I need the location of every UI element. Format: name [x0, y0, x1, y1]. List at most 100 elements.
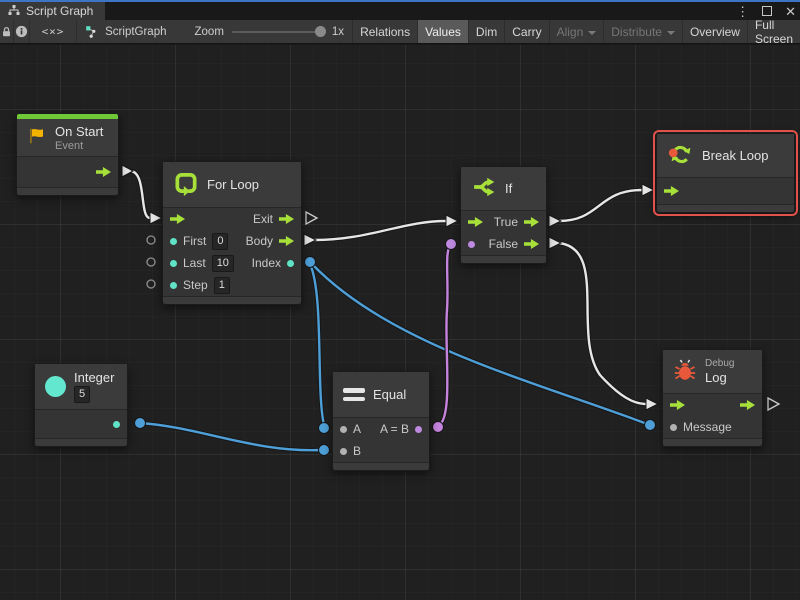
graph-hierarchy-icon	[8, 4, 20, 19]
wire-if-true-to-breakloop[interactable]	[559, 190, 642, 221]
debug-message-in-marker[interactable]	[645, 420, 656, 431]
node-title: Integer	[74, 370, 114, 385]
node-debug-log[interactable]: Debug Log Message	[662, 349, 763, 447]
onstart-flow-out-marker[interactable]	[122, 165, 133, 177]
info-button[interactable]	[14, 20, 30, 43]
equal-b-in-marker[interactable]	[319, 445, 330, 456]
full-screen-button[interactable]: Full Screen	[748, 20, 800, 43]
integer-value-field[interactable]: 5	[74, 386, 90, 403]
debug-flow-out-port[interactable]	[740, 400, 755, 410]
node-footer	[663, 438, 762, 446]
node-for-loop[interactable]: For Loop Exit First 0 Body Last 10 Index	[162, 161, 302, 305]
body-port-label: Body	[246, 234, 273, 248]
overview-button[interactable]: Overview	[683, 20, 748, 43]
true-port-label: True	[494, 215, 518, 229]
message-port[interactable]	[670, 424, 677, 431]
last-port-label: Last	[183, 256, 206, 270]
if-flow-in-marker[interactable]	[446, 215, 458, 227]
integer-out-port[interactable]	[113, 421, 120, 428]
breakloop-flow-in-marker[interactable]	[642, 184, 654, 196]
node-footer	[35, 438, 127, 446]
forloop-index-out-marker[interactable]	[305, 257, 316, 268]
node-title: Log	[705, 370, 734, 385]
break-loop-flow-in-port[interactable]	[664, 186, 679, 196]
node-if[interactable]: If True False	[460, 166, 547, 264]
node-title: On Start	[55, 124, 103, 139]
index-port-label: Index	[252, 256, 281, 270]
equals-icon	[343, 388, 365, 401]
condition-port[interactable]	[468, 241, 475, 248]
forloop-exit-unconnected-marker[interactable]	[306, 212, 317, 224]
step-value-field[interactable]: 1	[214, 277, 230, 294]
integer-out-marker[interactable]	[135, 418, 146, 429]
close-icon[interactable]: ✕	[785, 5, 796, 18]
forloop-last-unconnected-marker[interactable]	[147, 258, 155, 266]
last-value-field[interactable]: 10	[212, 255, 234, 272]
false-port-label: False	[489, 237, 518, 251]
first-port-label: First	[183, 234, 206, 248]
branch-icon	[471, 174, 497, 203]
node-equal[interactable]: Equal A A = B B	[332, 371, 430, 471]
false-port[interactable]	[524, 239, 539, 249]
forloop-step-unconnected-marker[interactable]	[147, 280, 155, 288]
node-break-loop[interactable]: Break Loop	[656, 133, 795, 213]
on-start-flow-out-port[interactable]	[96, 167, 111, 177]
debug-flow-in-port[interactable]	[670, 400, 685, 410]
values-button[interactable]: Values	[418, 20, 469, 43]
first-value-field[interactable]: 0	[212, 233, 228, 250]
maximize-icon[interactable]	[762, 6, 772, 16]
result-port-label: A = B	[380, 422, 409, 436]
if-false-out-marker[interactable]	[549, 237, 561, 249]
debuglog-flow-in-marker[interactable]	[646, 398, 658, 410]
exit-port[interactable]	[279, 214, 294, 224]
step-port[interactable]	[170, 282, 177, 289]
panel-focus-highlight	[0, 0, 800, 2]
toolbar-buttons: Relations Values Dim Carry Align Distrib…	[353, 20, 800, 43]
equal-result-port[interactable]	[415, 426, 422, 433]
equal-result-out-marker[interactable]	[433, 422, 444, 433]
zoom-slider[interactable]	[232, 31, 324, 33]
distribute-button[interactable]: Distribute	[604, 20, 683, 43]
if-flow-in-port[interactable]	[468, 217, 483, 227]
node-title: Break Loop	[702, 148, 769, 163]
lock-button[interactable]	[0, 20, 14, 43]
graph-canvas[interactable]: On Start Event For Loop Exit	[0, 45, 800, 600]
forloop-first-unconnected-marker[interactable]	[147, 236, 155, 244]
align-button[interactable]: Align	[550, 20, 605, 43]
b-port-label: B	[353, 444, 361, 458]
wire-integer-to-equal-b[interactable]	[140, 423, 322, 450]
tab-title: Script Graph	[26, 4, 93, 18]
equal-a-in-marker[interactable]	[319, 423, 330, 434]
node-subtitle: Event	[55, 140, 103, 152]
if-condition-in-marker[interactable]	[446, 239, 457, 250]
inspect-code-button[interactable]: <×>	[30, 20, 77, 43]
panel-menu-icon[interactable]: ⋮	[736, 5, 749, 18]
equal-b-port[interactable]	[340, 448, 347, 455]
forloop-body-out-marker[interactable]	[304, 234, 316, 246]
wire-index-to-equal-a[interactable]	[310, 264, 324, 425]
tab-script-graph[interactable]: Script Graph	[0, 2, 105, 20]
lock-icon	[1, 26, 12, 38]
node-footer	[461, 255, 546, 263]
zoom-slider-handle[interactable]	[315, 26, 326, 37]
relations-button[interactable]: Relations	[353, 20, 418, 43]
debuglog-flow-out-unconnected-marker[interactable]	[768, 398, 779, 410]
last-port[interactable]	[170, 260, 177, 267]
zoom-control: Zoom 1x	[177, 20, 354, 43]
node-title: If	[505, 181, 512, 196]
body-port[interactable]	[279, 236, 294, 246]
node-integer[interactable]: Integer 5	[34, 363, 128, 447]
node-on-start[interactable]: On Start Event	[16, 113, 119, 196]
true-port[interactable]	[524, 217, 539, 227]
for-loop-flow-in-port[interactable]	[170, 214, 185, 224]
node-title: Equal	[373, 387, 406, 402]
graph-breadcrumb[interactable]: ScriptGraph	[77, 20, 176, 43]
equal-a-port[interactable]	[340, 426, 347, 433]
carry-button[interactable]: Carry	[505, 20, 549, 43]
node-subtitle: Debug	[705, 358, 734, 369]
forloop-flow-in-marker[interactable]	[150, 212, 162, 224]
index-port[interactable]	[287, 260, 294, 267]
dim-button[interactable]: Dim	[469, 20, 505, 43]
if-true-out-marker[interactable]	[549, 215, 561, 227]
first-port[interactable]	[170, 238, 177, 245]
